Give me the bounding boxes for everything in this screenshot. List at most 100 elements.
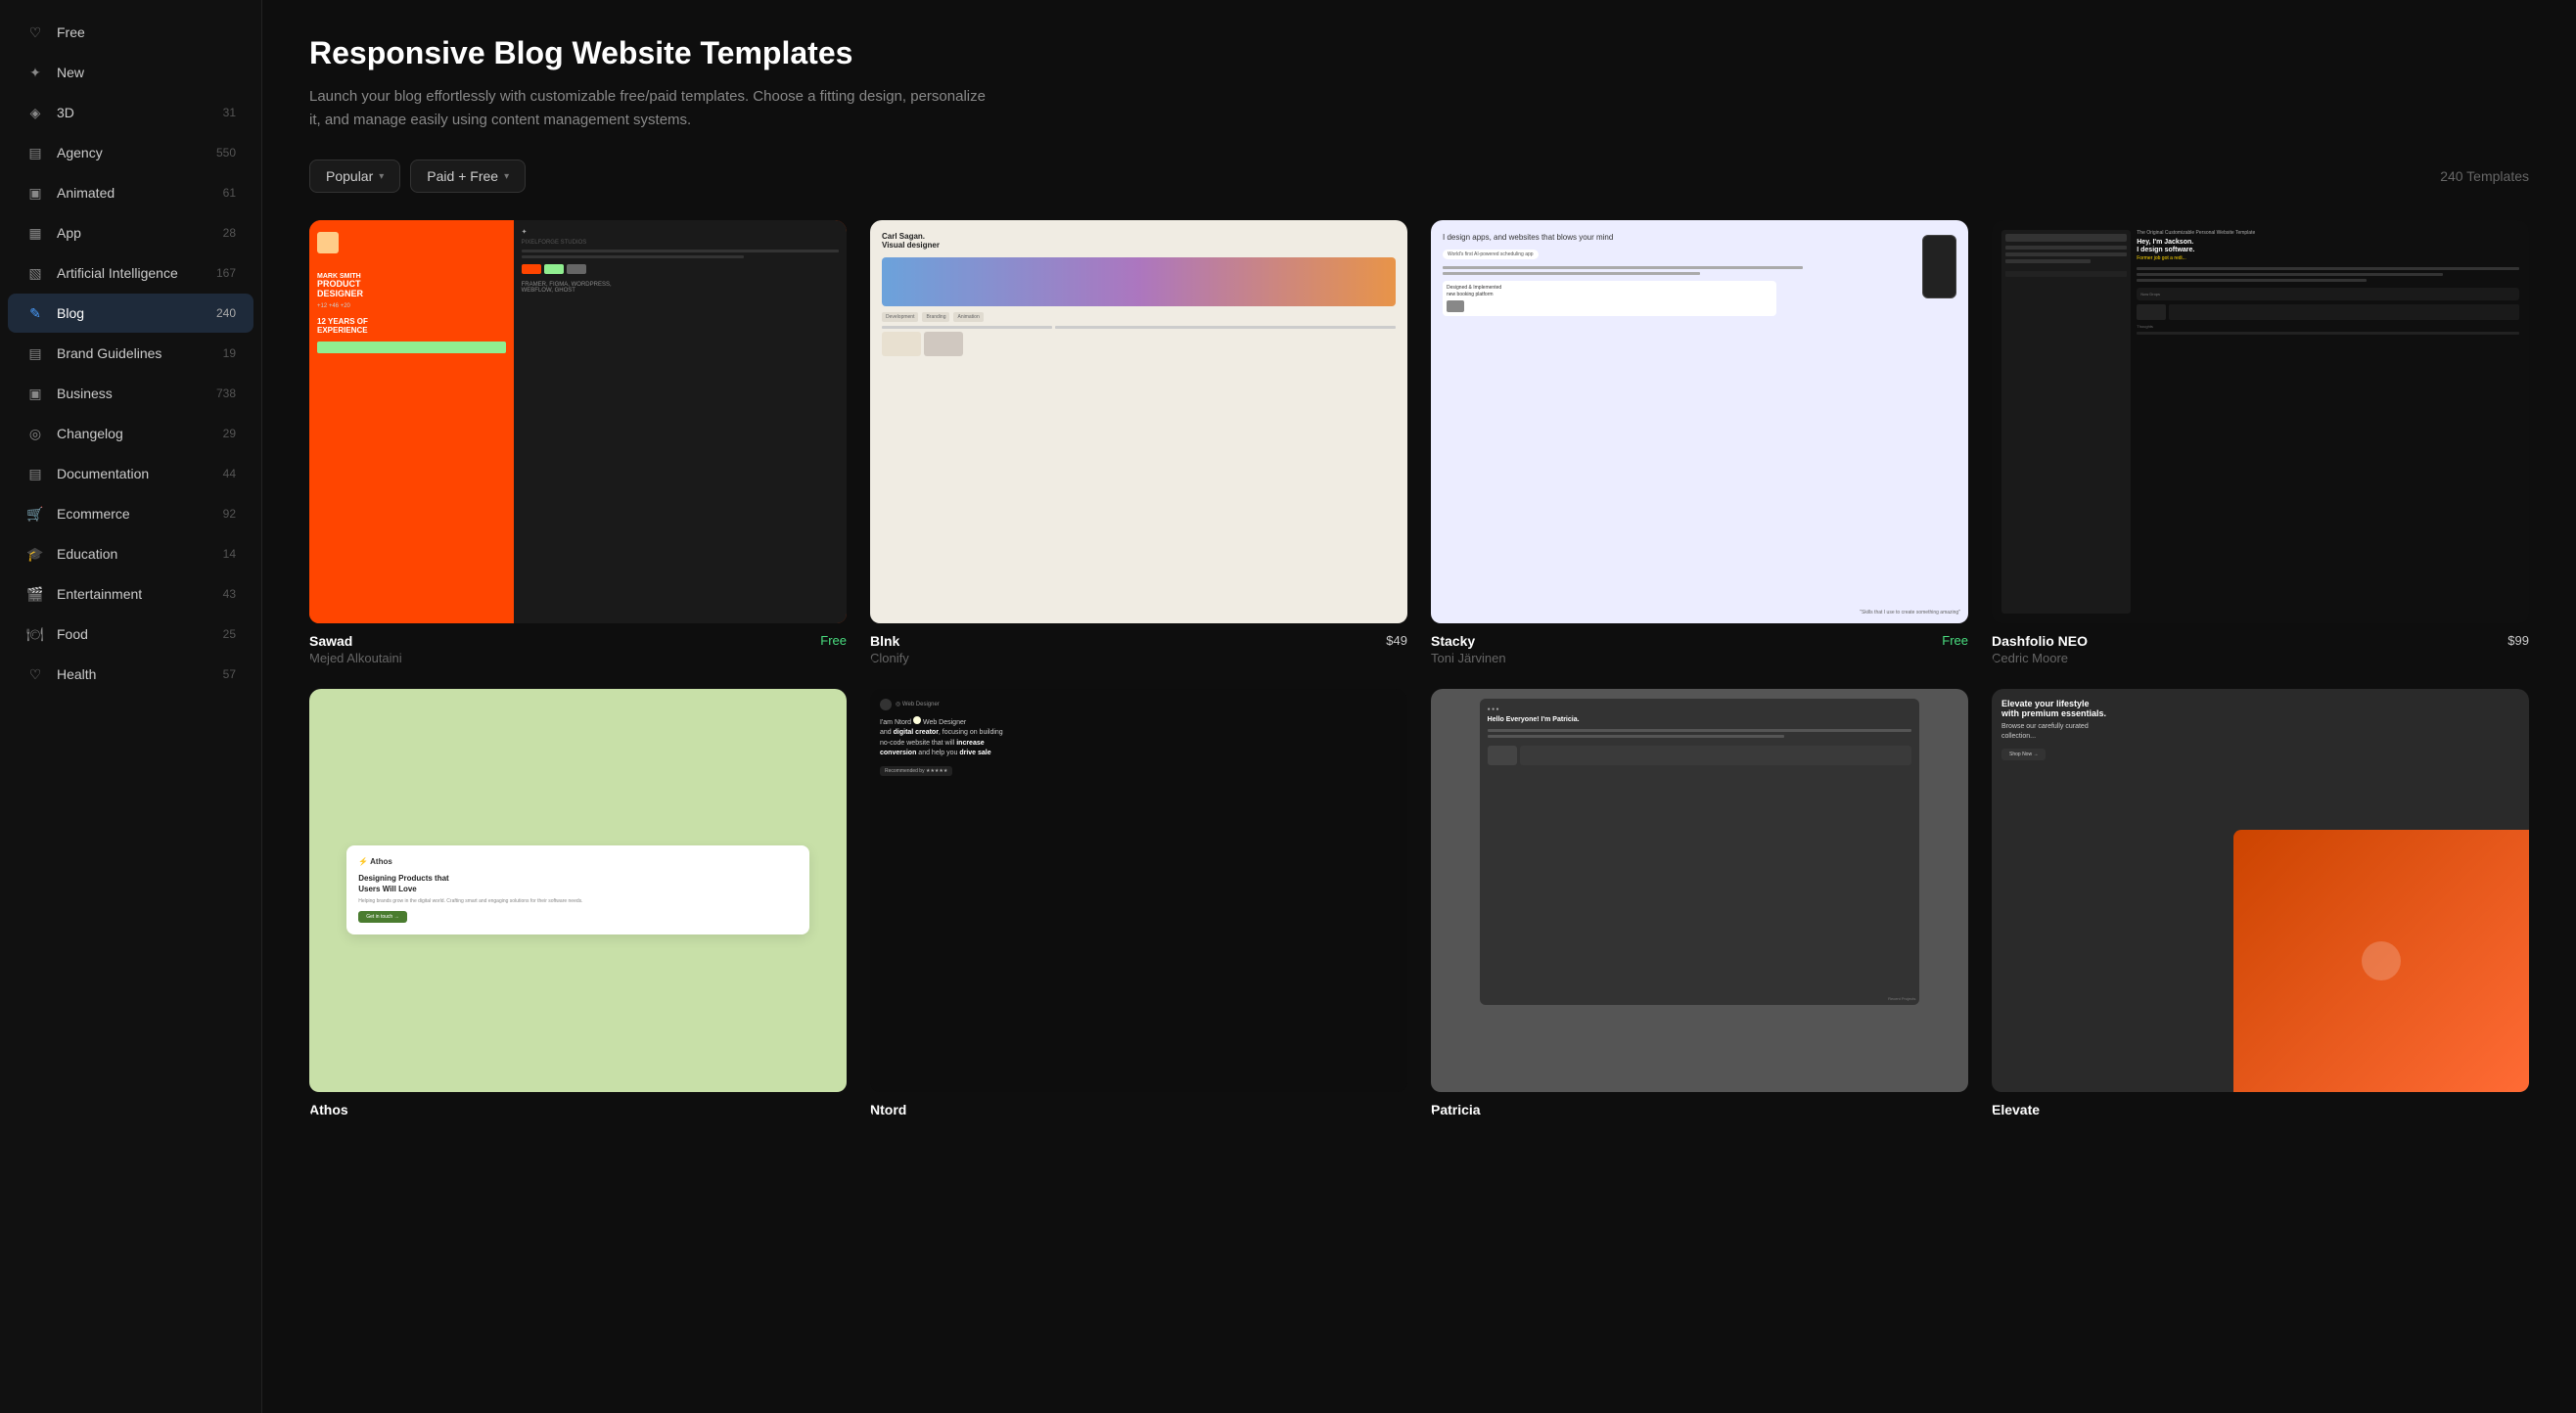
template-info-ntord: Ntord: [870, 1102, 1407, 1117]
sidebar-item-brand[interactable]: ▤ Brand Guidelines 19: [8, 334, 253, 373]
template-card-ntord[interactable]: ◎ Web Designer I'am Ntord Web Designer a…: [870, 689, 1407, 1119]
sidebar-item-changelog[interactable]: ◎ Changelog 29: [8, 414, 253, 453]
template-name-ntord: Ntord: [870, 1102, 906, 1117]
sidebar-item-documentation[interactable]: ▤ Documentation 44: [8, 454, 253, 493]
changelog-icon: ◎: [25, 424, 45, 443]
template-name-blnk: Blnk: [870, 633, 899, 649]
template-card-stacky[interactable]: I design apps, and websites that blows y…: [1431, 220, 1968, 665]
page-description: Launch your blog effortlessly with custo…: [309, 85, 994, 132]
type-filter-button[interactable]: Paid + Free ▾: [410, 160, 526, 193]
sidebar-item-ai[interactable]: ▧ Artificial Intelligence 167: [8, 253, 253, 293]
sidebar-item-blog[interactable]: ✎ Blog 240: [8, 294, 253, 333]
documentation-icon: ▤: [25, 464, 45, 483]
ai-icon: ▧: [25, 263, 45, 283]
template-info-sawad: Sawad Free: [309, 633, 847, 649]
sidebar-label-free: Free: [57, 24, 236, 40]
sidebar-label-health: Health: [57, 666, 217, 682]
sidebar-item-agency[interactable]: ▤ Agency 550: [8, 133, 253, 172]
template-thumbnail-sawad: MARK SMITH PRODUCTDESIGNER +12 +46 +20 1…: [309, 220, 847, 623]
template-price-blnk: $49: [1386, 633, 1407, 648]
template-name-athos: Athos: [309, 1102, 348, 1117]
template-info-blnk: Blnk $49: [870, 633, 1407, 649]
sidebar-count-ai: 167: [216, 266, 236, 280]
sidebar-item-education[interactable]: 🎓 Education 14: [8, 534, 253, 573]
sidebar-item-animated[interactable]: ▣ Animated 61: [8, 173, 253, 212]
sidebar-label-documentation: Documentation: [57, 466, 217, 481]
sidebar-label-changelog: Changelog: [57, 426, 217, 441]
3d-icon: ◈: [25, 103, 45, 122]
sidebar-item-3d[interactable]: ◈ 3D 31: [8, 93, 253, 132]
sidebar-count-changelog: 29: [223, 427, 236, 440]
ecommerce-icon: 🛒: [25, 504, 45, 524]
template-price-sawad: Free: [820, 633, 847, 648]
sidebar-label-3d: 3D: [57, 105, 217, 120]
template-info-athos: Athos: [309, 1102, 847, 1117]
free-icon: ♡: [25, 23, 45, 42]
sidebar-count-health: 57: [223, 667, 236, 681]
sidebar-count-app: 28: [223, 226, 236, 240]
sidebar-label-new: New: [57, 65, 236, 80]
sidebar-label-app: App: [57, 225, 217, 241]
sidebar-label-animated: Animated: [57, 185, 217, 201]
type-filter-label: Paid + Free: [427, 168, 498, 184]
blog-icon: ✎: [25, 303, 45, 323]
sidebar-count-brand: 19: [223, 346, 236, 360]
sidebar-label-education: Education: [57, 546, 217, 562]
sort-filter-button[interactable]: Popular ▾: [309, 160, 400, 193]
template-info-patricia: Patricia: [1431, 1102, 1968, 1117]
template-name-sawad: Sawad: [309, 633, 352, 649]
sidebar-count-animated: 61: [223, 186, 236, 200]
template-name-patricia: Patricia: [1431, 1102, 1481, 1117]
sidebar-item-free[interactable]: ♡ Free: [8, 13, 253, 52]
education-icon: 🎓: [25, 544, 45, 564]
sidebar: ♡ Free ✦ New ◈ 3D 31 ▤ Agency 550 ▣ Anim…: [0, 0, 262, 1413]
sort-filter-label: Popular: [326, 168, 373, 184]
template-name-elevate: Elevate: [1992, 1102, 2040, 1117]
template-author-dashfolio: Cedric Moore: [1992, 651, 2529, 665]
sidebar-label-blog: Blog: [57, 305, 210, 321]
app-icon: ▦: [25, 223, 45, 243]
template-thumbnail-elevate: Elevate your lifestylewith premium essen…: [1992, 689, 2529, 1092]
template-price-dashfolio: $99: [2507, 633, 2529, 648]
sidebar-label-entertainment: Entertainment: [57, 586, 217, 602]
sidebar-count-ecommerce: 92: [223, 507, 236, 521]
sidebar-count-education: 14: [223, 547, 236, 561]
template-thumbnail-athos: ⚡ Athos Designing Products thatUsers Wil…: [309, 689, 847, 1092]
page-title: Responsive Blog Website Templates: [309, 35, 2529, 71]
sidebar-item-health[interactable]: ♡ Health 57: [8, 655, 253, 694]
main-content: Responsive Blog Website Templates Launch…: [262, 0, 2576, 1413]
template-thumbnail-dashfolio: The Original Customizable Personal Websi…: [1992, 220, 2529, 623]
template-thumbnail-patricia: ● ● ● Hello Everyone! I'm Patricia. Rece…: [1431, 689, 1968, 1092]
health-icon: ♡: [25, 664, 45, 684]
sidebar-item-business[interactable]: ▣ Business 738: [8, 374, 253, 413]
template-name-dashfolio: Dashfolio NEO: [1992, 633, 2088, 649]
template-card-dashfolio[interactable]: The Original Customizable Personal Websi…: [1992, 220, 2529, 665]
template-card-elevate[interactable]: Elevate your lifestylewith premium essen…: [1992, 689, 2529, 1119]
sidebar-item-new[interactable]: ✦ New: [8, 53, 253, 92]
template-card-patricia[interactable]: ● ● ● Hello Everyone! I'm Patricia. Rece…: [1431, 689, 1968, 1119]
template-info-stacky: Stacky Free: [1431, 633, 1968, 649]
sidebar-count-documentation: 44: [223, 467, 236, 480]
template-card-blnk[interactable]: Carl Sagan.Visual designer Development B…: [870, 220, 1407, 665]
template-author-stacky: Toni Järvinen: [1431, 651, 1968, 665]
sidebar-item-ecommerce[interactable]: 🛒 Ecommerce 92: [8, 494, 253, 533]
sidebar-item-entertainment[interactable]: 🎬 Entertainment 43: [8, 574, 253, 614]
sidebar-item-food[interactable]: 🍽 Food 25: [8, 615, 253, 654]
template-card-athos[interactable]: ⚡ Athos Designing Products thatUsers Wil…: [309, 689, 847, 1119]
chevron-down-icon: ▾: [379, 171, 384, 182]
sidebar-label-brand: Brand Guidelines: [57, 345, 217, 361]
entertainment-icon: 🎬: [25, 584, 45, 604]
sidebar-count-blog: 240: [216, 306, 236, 320]
sidebar-count-food: 25: [223, 627, 236, 641]
template-author-sawad: Mejed Alkoutaini: [309, 651, 847, 665]
filters-row: Popular ▾ Paid + Free ▾ 240 Templates: [309, 160, 2529, 193]
sidebar-label-business: Business: [57, 386, 210, 401]
sidebar-item-app[interactable]: ▦ App 28: [8, 213, 253, 252]
template-thumbnail-ntord: ◎ Web Designer I'am Ntord Web Designer a…: [870, 689, 1407, 1092]
new-icon: ✦: [25, 63, 45, 82]
template-card-sawad[interactable]: MARK SMITH PRODUCTDESIGNER +12 +46 +20 1…: [309, 220, 847, 665]
template-info-elevate: Elevate: [1992, 1102, 2529, 1117]
template-price-stacky: Free: [1942, 633, 1968, 648]
template-thumbnail-stacky: I design apps, and websites that blows y…: [1431, 220, 1968, 623]
chevron-down-icon: ▾: [504, 171, 509, 182]
